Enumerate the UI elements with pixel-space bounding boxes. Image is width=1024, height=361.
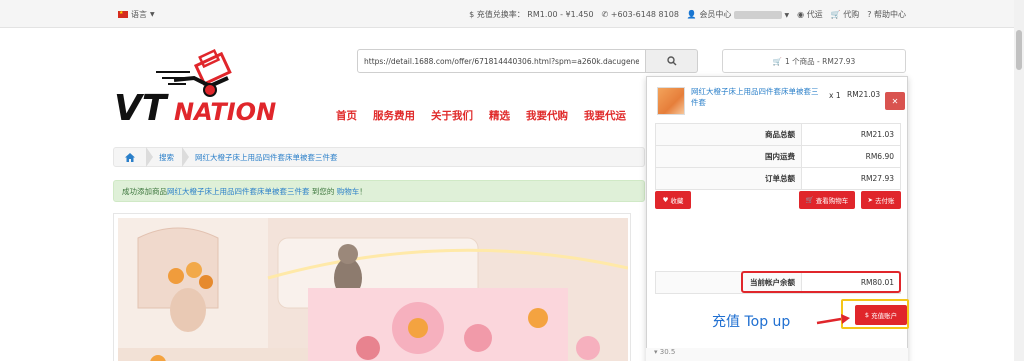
cart-item-thumbnail[interactable] (657, 87, 685, 115)
exchange-rate: $ 充值兑换率： RM1.00 - ¥1.450 (469, 9, 593, 20)
vtnation-logo-icon: VT NATION (114, 48, 276, 129)
shipping-service-link[interactable]: ◉ 代运 (797, 9, 823, 20)
cart-item-quantity: x 1 (829, 91, 841, 100)
nav-buy-for-me[interactable]: 我要代购 (526, 108, 568, 123)
arrow-right-icon: ➤ (867, 196, 873, 204)
remove-item-button[interactable]: ✕ (885, 92, 905, 110)
rate-label: $ 充值兑换率： (469, 10, 525, 19)
domestic-shipping-value: RM6.90 (801, 145, 901, 168)
alert-middle: 到您的 (309, 186, 337, 196)
product-photo[interactable] (118, 218, 628, 361)
success-alert: 成功添加商品 网红大橙子床上用品四件套床单被套三件套 到您的 购物车 ！ (113, 180, 645, 202)
view-cart-button[interactable]: 🛒 查看购物车 (799, 191, 855, 209)
help-center-link[interactable]: ? 帮助中心 (867, 9, 906, 20)
breadcrumb-home[interactable] (114, 147, 146, 167)
order-total-label: 订单总额 (655, 167, 802, 190)
order-total-value: RM27.93 (801, 167, 901, 190)
search-icon (666, 56, 677, 66)
shipping-label: 代运 (806, 10, 823, 19)
scrollbar-thumb[interactable] (1016, 30, 1022, 70)
breadcrumb: 搜索 网红大橙子床上用品四件套床单被套三件套 (113, 147, 645, 167)
logo-vt-text: VT (114, 88, 169, 128)
product-image-frame (113, 213, 631, 361)
heart-icon: ♥ (662, 196, 669, 204)
alert-suffix: ！ (359, 186, 367, 196)
nav-ship-for-me[interactable]: 我要代运 (584, 108, 626, 123)
table-row: 国内运费 RM6.90 (655, 145, 901, 168)
underlay-value: 30.5 (659, 348, 676, 356)
table-row: 商品总额 RM21.03 (655, 123, 901, 146)
buying-label: 代购 (843, 10, 860, 19)
cart-item-price: RM21.03 (847, 90, 881, 99)
nav-service-fees[interactable]: 服务费用 (373, 108, 415, 123)
caret-down-icon: ▼ (150, 11, 155, 18)
cart-item: 网红大橙子床上用品四件套床单被套三件套 x 1 RM21.03 ✕ (653, 83, 905, 119)
view-cart-label: 查看购物车 (815, 197, 849, 205)
phone-number: +603-6148 8108 (610, 10, 679, 19)
close-icon: ✕ (891, 96, 899, 106)
member-center-link[interactable]: 👤 会员中心 ▼ (687, 9, 789, 20)
breadcrumb-separator (146, 147, 153, 167)
china-flag-icon (118, 10, 128, 18)
username-redacted (733, 10, 782, 19)
breadcrumb-separator (182, 147, 189, 167)
favorite-button[interactable]: ♥ 收藏 (655, 191, 691, 209)
caret-down-icon: ▼ (784, 12, 790, 19)
topup-highlight-box (841, 299, 909, 329)
top-links: $ 充值兑换率： RM1.00 - ¥1.450 ✆ +603-6148 810… (469, 9, 906, 20)
alert-prefix: 成功添加商品 (122, 186, 167, 196)
cart-summary-label: 1 个商品 - RM27.93 (785, 56, 856, 66)
balance-highlight-box (741, 271, 901, 293)
alert-product-link[interactable]: 网红大橙子床上用品四件套床单被套三件套 (167, 186, 310, 197)
site-logo[interactable]: VT NATION (112, 42, 292, 129)
checkout-button[interactable]: ➤ 去付账 (861, 191, 901, 209)
top-bar: 语言 ▼ $ 充值兑换率： RM1.00 - ¥1.450 ✆ +603-614… (0, 0, 1024, 28)
bedding-photo-illustration (118, 218, 628, 361)
favorite-label: 收藏 (670, 197, 684, 205)
rate-value: RM1.00 - ¥1.450 (527, 10, 594, 19)
nav-featured[interactable]: 精选 (489, 108, 510, 123)
home-icon (125, 152, 135, 162)
cart-summary-button[interactable]: 🛒 1 个商品 - RM27.93 (722, 49, 906, 73)
topup-annotation: 充值 Top up (712, 314, 791, 330)
language-selector[interactable]: 语言 ▼ (118, 9, 155, 20)
page-scrollbar[interactable] (1014, 0, 1024, 361)
language-label: 语言 (131, 10, 147, 19)
phone-link[interactable]: ✆ +603-6148 8108 (602, 10, 679, 19)
cart-totals-table: 商品总额 RM21.03 国内运费 RM6.90 订单总额 RM27.93 (655, 123, 901, 190)
cart-item-name[interactable]: 网红大橙子床上用品四件套床单被套三件套 (691, 86, 819, 108)
help-label: 帮助中心 (874, 10, 906, 19)
nav-home[interactable]: 首页 (336, 108, 357, 123)
alert-cart-link[interactable]: 购物车 (337, 186, 360, 197)
nav-about-us[interactable]: 关于我们 (431, 108, 473, 123)
url-search-input[interactable] (357, 49, 647, 73)
domestic-shipping-label: 国内运费 (655, 145, 802, 168)
subtotal-value: RM21.03 (801, 123, 901, 146)
table-row: 订单总额 RM27.93 (655, 167, 901, 190)
member-label: 会员中心 (699, 10, 732, 19)
cart-icon: 🛒 (805, 196, 814, 204)
breadcrumb-product[interactable]: 网红大橙子床上用品四件套床单被套三件套 (195, 152, 338, 163)
main-nav: 首页 服务费用 关于我们 精选 我要代购 我要代运 (336, 108, 626, 123)
search-button[interactable] (646, 49, 698, 73)
url-search-bar (357, 49, 698, 73)
checkout-label: 去付账 (874, 197, 895, 205)
breadcrumb-search[interactable]: 搜索 (159, 152, 174, 163)
cart-icon: 🛒 (772, 56, 783, 66)
subtotal-label: 商品总额 (655, 123, 802, 146)
buying-service-link[interactable]: 🛒 代购 (831, 9, 860, 20)
chevron-down-icon: ▾ (654, 348, 658, 356)
arrow-right-icon (816, 314, 850, 325)
panel-underlay-text: ▾ 30.5 (646, 348, 908, 361)
logo-nation-text: NATION (174, 98, 276, 126)
